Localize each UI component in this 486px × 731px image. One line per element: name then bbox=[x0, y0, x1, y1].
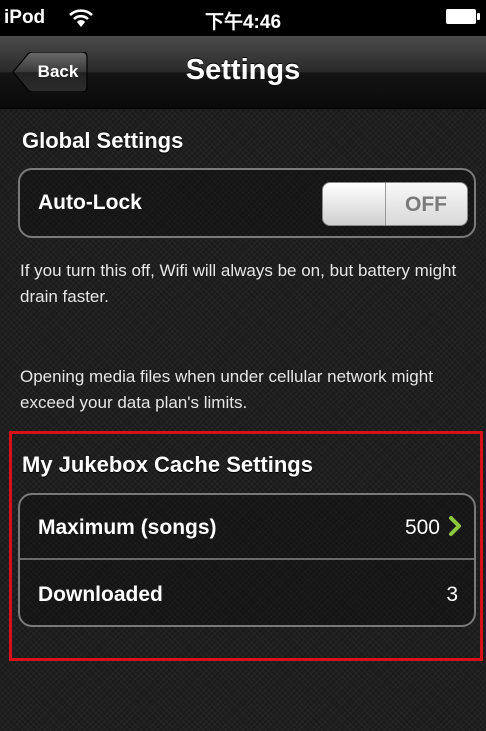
battery-icon bbox=[446, 9, 480, 24]
page-title: Settings bbox=[185, 54, 301, 86]
global-settings-header: Global Settings bbox=[22, 128, 184, 153]
auto-lock-toggle[interactable]: OFF bbox=[322, 182, 468, 226]
status-time: 下午4:46 bbox=[204, 12, 282, 33]
auto-lock-label: Auto-Lock bbox=[38, 191, 142, 214]
status-bar: iPod 下午4:46 bbox=[0, 0, 486, 36]
auto-lock-footer-text: If you turn this off, Wifi will always b… bbox=[20, 261, 457, 306]
navigation-bar: Back Settings bbox=[0, 36, 486, 109]
cellular-footer-text: Opening media files when under cellular … bbox=[20, 367, 433, 412]
highlight-annotation-box bbox=[9, 431, 483, 661]
app-screen: iPod 下午4:46 Back Settings Global Setting… bbox=[0, 0, 486, 731]
toggle-state-label: OFF bbox=[405, 193, 447, 216]
toggle-knob bbox=[323, 183, 386, 225]
